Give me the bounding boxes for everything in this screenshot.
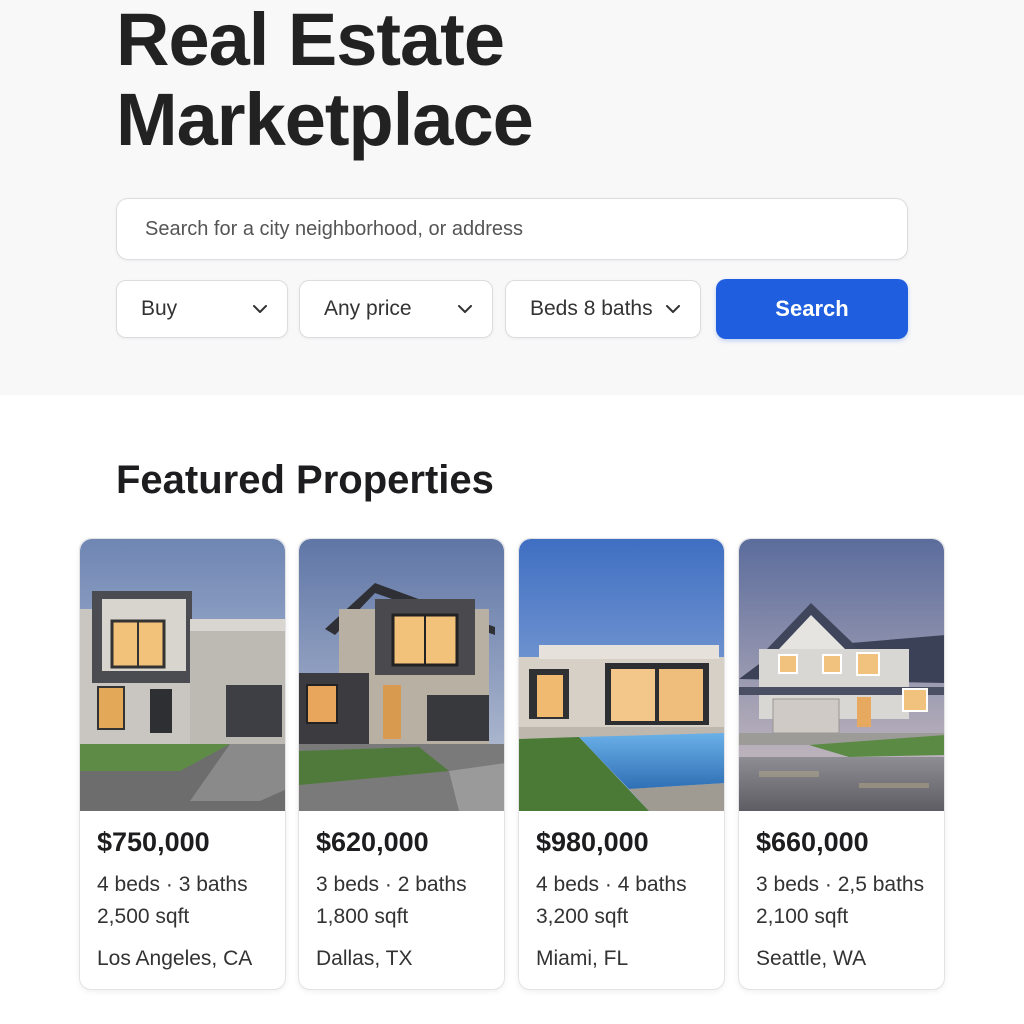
search-box (116, 198, 908, 260)
search-input[interactable] (117, 199, 907, 259)
page-title-line-1: Real Estate (116, 0, 505, 81)
search-button[interactable]: Search (716, 279, 908, 339)
property-card[interactable]: $660,000 3 beds · 2,5 baths 2,100 sqft S… (738, 538, 945, 990)
property-photo (519, 539, 724, 811)
chevron-down-icon (456, 300, 474, 318)
property-location: Dallas, TX (316, 947, 413, 970)
property-location: Seattle, WA (756, 947, 867, 970)
property-sqft: 1,800 sqft (316, 905, 409, 928)
property-specs: 3 beds · 2 baths (316, 873, 467, 896)
chevron-down-icon (664, 300, 682, 318)
price-select[interactable]: Any price (299, 280, 493, 338)
property-sqft: 2,100 sqft (756, 905, 849, 928)
property-price: $620,000 (316, 827, 429, 857)
hero-section: Real Estate Marketplace Buy Any price Be… (0, 0, 1024, 395)
beds-baths-select[interactable]: Beds 8 baths (505, 280, 701, 338)
property-sqft: 3,200 sqft (536, 905, 629, 928)
property-price: $750,000 (97, 827, 210, 857)
property-location: Los Angeles, CA (97, 947, 253, 970)
featured-heading: Featured Properties (116, 458, 494, 502)
page-title: Real Estate Marketplace (116, 0, 534, 161)
property-location: Miami, FL (536, 947, 629, 970)
listing-type-select[interactable]: Buy (116, 280, 288, 338)
property-specs: 3 beds · 2,5 baths (756, 873, 925, 896)
property-photo (80, 539, 285, 811)
property-price: $660,000 (756, 827, 869, 857)
property-specs: 4 beds · 4 baths (536, 873, 687, 896)
property-specs: 4 beds · 3 baths (97, 873, 248, 896)
beds-baths-value: Beds 8 baths (530, 297, 653, 320)
property-card[interactable]: $620,000 3 beds · 2 baths 1,800 sqft Dal… (298, 538, 505, 990)
property-price: $980,000 (536, 827, 649, 857)
page-title-line-2: Marketplace (116, 78, 534, 161)
listing-type-value: Buy (141, 297, 178, 320)
property-card[interactable]: $980,000 4 beds · 4 baths 3,200 sqft Mia… (518, 538, 725, 990)
property-card[interactable]: $750,000 4 beds · 3 baths 2,500 sqft Los… (79, 538, 286, 990)
property-photo (299, 539, 504, 811)
price-value: Any price (324, 297, 412, 320)
property-photo (739, 539, 944, 811)
property-sqft: 2,500 sqft (97, 905, 190, 928)
chevron-down-icon (251, 300, 269, 318)
